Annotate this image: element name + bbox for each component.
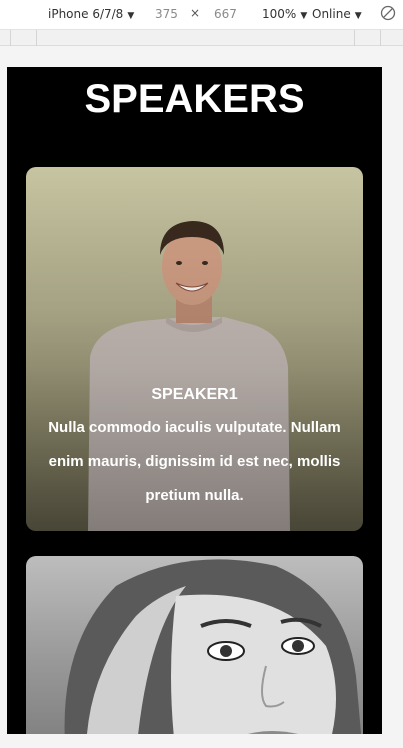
device-select[interactable]: iPhone 6/7/8 ▼ bbox=[48, 7, 134, 21]
ruler-segment bbox=[380, 30, 381, 46]
speaker-photo bbox=[64, 559, 362, 734]
device-label: iPhone 6/7/8 bbox=[48, 7, 124, 21]
network-throttle-select[interactable]: Online ▼ bbox=[312, 7, 362, 21]
zoom-label: 100% bbox=[262, 7, 297, 21]
zoom-select[interactable]: 100% ▼ bbox=[262, 7, 307, 21]
media-query-bar bbox=[0, 30, 403, 46]
speaker-caption: SPEAKER1 Nulla commodo iaculis vulputate… bbox=[26, 379, 363, 513]
chevron-down-icon: ▼ bbox=[127, 11, 135, 21]
page-title: SPEAKERS bbox=[84, 77, 305, 121]
speaker-card[interactable]: SPEAKER1 Nulla commodo iaculis vulputate… bbox=[26, 167, 363, 531]
speaker-card[interactable] bbox=[26, 556, 363, 734]
speaker-description: Nulla commodo iaculis vulputate. Nullam … bbox=[48, 419, 341, 504]
chevron-down-icon: ▼ bbox=[354, 11, 362, 21]
rotate-icon[interactable] bbox=[380, 5, 396, 21]
height-field[interactable]: 667 bbox=[214, 7, 237, 21]
speaker-name: SPEAKER1 bbox=[151, 386, 238, 403]
chevron-down-icon: ▼ bbox=[300, 11, 308, 21]
page-viewport: SPEAKERS SPEAKER1 Nulla commodo iaculis … bbox=[7, 67, 382, 734]
width-field[interactable]: 375 bbox=[155, 7, 178, 21]
ruler-segment bbox=[10, 30, 11, 46]
network-label: Online bbox=[312, 7, 351, 21]
devtools-toolbar: iPhone 6/7/8 ▼ 375 × 667 100% ▼ Online ▼ bbox=[0, 0, 403, 30]
ruler-segment bbox=[354, 30, 355, 46]
ruler-segment bbox=[36, 30, 37, 46]
dimension-separator: × bbox=[190, 6, 201, 20]
